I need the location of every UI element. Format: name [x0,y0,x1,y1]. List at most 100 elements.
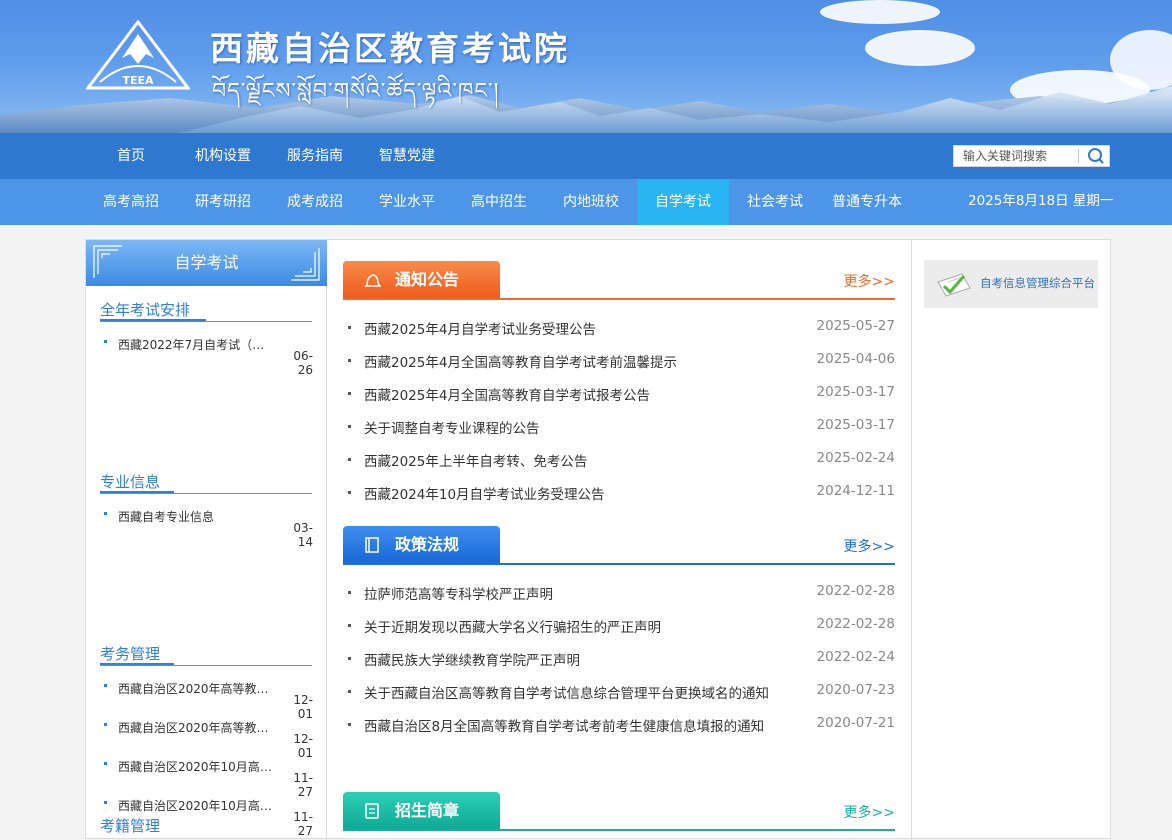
list-item-title: 拉萨师范高等专科学校严正声明 [364,587,553,603]
nav-category-self-study[interactable]: 自学考试 [637,179,729,225]
list-item-date: 2022-02-24 [816,649,895,665]
section-divider [100,321,312,322]
section-divider [100,493,312,494]
platform-label: 自考信息管理综合平台 [980,276,1095,290]
policies-more-link[interactable]: 更多>> [844,536,895,556]
list-item-title: 西藏自治区2020年10月高等教育自学考试安排 [118,760,276,774]
bullet-icon [348,624,351,627]
nav-category-high-school[interactable]: 高中招生 [460,179,538,225]
category-nav: 高考高招 研考研招 成考成招 学业水平 高中招生 内地班校 自学考试 社会考试 … [0,179,1172,225]
list-item-date: 12-01 [293,732,313,760]
nav-category-inland-class[interactable]: 内地班校 [552,179,630,225]
list-item[interactable]: 关于调整自考专业课程的公告 2025-03-17 [348,417,895,437]
search-box [953,145,1110,167]
admissions-more-link[interactable]: 更多>> [844,802,895,822]
list-item-title: 关于西藏自治区高等教育自学考试信息综合管理平台更换域名的通知 [364,686,769,702]
primary-nav: 首页 机构设置 服务指南 智慧党建 [0,133,1172,179]
block-underline [343,563,895,565]
list-item-title: 西藏自治区8月全国高等教育自学考试考前考生健康信息填报的通知 [364,719,765,735]
tab-notices[interactable]: 通知公告 [343,261,500,299]
section-title-exam-affairs[interactable]: 考务管理 [100,643,160,664]
bullet-icon [104,762,107,765]
sidebar-title: 自学考试 [174,253,239,272]
block-title: 招生简章 [395,801,460,820]
nav-category-academic-level[interactable]: 学业水平 [368,179,446,225]
corner-ornament-icon [93,245,122,278]
list-item-date: 2025-02-24 [816,450,895,466]
nav-category-upgrade[interactable]: 普通专升本 [822,179,912,225]
book-icon [365,537,379,553]
nav-item-service-guide[interactable]: 服务指南 [287,133,343,179]
list-item-date: 2025-05-27 [816,318,895,334]
nav-item-home[interactable]: 首页 [117,133,145,179]
list-item[interactable]: 关于西藏自治区高等教育自学考试信息综合管理平台更换域名的通知 2020-07-23 [348,682,895,702]
site-subtitle-tibetan: བོད་ལྗོངས་སློབ་གསོའི་ཚོད་ལྟའི་ཁང་། [212,79,500,104]
nav-category-gaokao[interactable]: 高考高招 [92,179,170,225]
bullet-icon [348,359,351,362]
site-title: 西藏自治区教育考试院 [210,29,570,68]
search-button[interactable] [1082,146,1110,166]
notices-more-link[interactable]: 更多>> [844,271,895,291]
bullet-icon [104,723,107,726]
right-sidebar [911,240,1111,840]
list-item[interactable]: 西藏自治区8月全国高等教育自学考试考前考生健康信息填报的通知 2020-07-21 [348,715,895,735]
bullet-icon [348,591,351,594]
section-title-annual-schedule[interactable]: 全年考试安排 [100,299,190,320]
nav-item-party-building[interactable]: 智慧党建 [379,133,435,179]
nav-category-graduate[interactable]: 研考研招 [184,179,262,225]
list-item-title: 西藏2025年4月全国高等教育自学考试考前温馨提示 [364,355,677,371]
bullet-icon [104,512,107,515]
list-item[interactable]: 西藏2025年4月全国高等教育自学考试考前温馨提示 2025-04-06 [348,351,895,371]
nav-category-social-exam[interactable]: 社会考试 [736,179,814,225]
list-item[interactable]: 西藏2025年4月全国高等教育自学考试报考公告 2025-03-17 [348,384,895,404]
svg-text:TEEA: TEEA [122,74,154,87]
list-item[interactable]: 西藏2025年4月自学考试业务受理公告 2025-05-27 [348,318,895,338]
list-item-title: 西藏2025年上半年自考转、免考公告 [364,454,588,470]
search-input[interactable] [954,146,1079,166]
bullet-icon [348,326,351,329]
policies-header: 政策法规 更多>> [343,526,895,566]
nav-item-organization[interactable]: 机构设置 [195,133,251,179]
list-item-title: 西藏2025年4月自学考试业务受理公告 [364,322,596,338]
bullet-icon [348,491,351,494]
main-container: 自学考试 全年考试安排 西藏2022年7月自考试（省考）课程安排 06-26 专… [85,239,1111,840]
self-exam-platform-link[interactable]: 自考信息管理综合平台 [924,260,1098,308]
sidebar-header: 自学考试 [86,240,327,286]
list-item[interactable]: 西藏2024年10月自学考试业务受理公告 2024-12-11 [348,483,895,503]
block-title: 政策法规 [395,535,460,554]
list-item-title: 关于调整自考专业课程的公告 [364,421,540,437]
list-item-title: 西藏自考专业信息 [118,510,215,524]
list-item-date: 12-01 [293,693,313,721]
list-item-date: 2025-03-17 [816,384,895,400]
section-title-major-info[interactable]: 专业信息 [100,471,160,492]
bullet-icon [348,657,351,660]
teea-logo: TEEA [86,20,190,90]
list-item-date: 2024-12-11 [816,483,895,499]
list-item-title: 西藏2022年7月自考试（省考）课程安排 [118,338,276,352]
list-item-date: 2025-03-17 [816,417,895,433]
search-divider [1078,149,1079,163]
tab-policies[interactable]: 政策法规 [343,526,500,564]
list-item[interactable]: 关于近期发现以西藏大学名义行骗招生的严正声明 2022-02-28 [348,616,895,636]
list-item-date: 2025-04-06 [816,351,895,367]
list-item[interactable]: 拉萨师范高等专科学校严正声明 2022-02-28 [348,583,895,603]
list-item-title: 西藏自治区2020年高等教育自学考试考务管理 [118,682,276,696]
document-icon [365,803,379,819]
site-banner: TEEA 西藏自治区教育考试院 བོད་ལྗོངས་སློབ་གསོའི་ཚོད… [0,0,1172,133]
corner-ornament-icon [291,248,320,281]
bullet-icon [348,425,351,428]
list-item-title: 西藏2025年4月全国高等教育自学考试报考公告 [364,388,650,404]
list-item[interactable]: 西藏民族大学继续教育学院严正声明 2022-02-24 [348,649,895,669]
tab-admissions[interactable]: 招生简章 [343,792,500,830]
bullet-icon [104,684,107,687]
list-item-date: 03-14 [293,521,313,549]
bullet-icon [348,392,351,395]
list-item[interactable]: 西藏2025年上半年自考转、免考公告 2025-02-24 [348,450,895,470]
platform-icon [937,273,971,297]
admissions-header: 招生简章 更多>> [343,792,895,832]
bullet-icon [348,458,351,461]
list-item-date: 2022-02-28 [816,616,895,632]
nav-category-adult[interactable]: 成考成招 [276,179,354,225]
section-title-registration[interactable]: 考籍管理 [100,815,160,836]
bullet-icon [348,690,351,693]
